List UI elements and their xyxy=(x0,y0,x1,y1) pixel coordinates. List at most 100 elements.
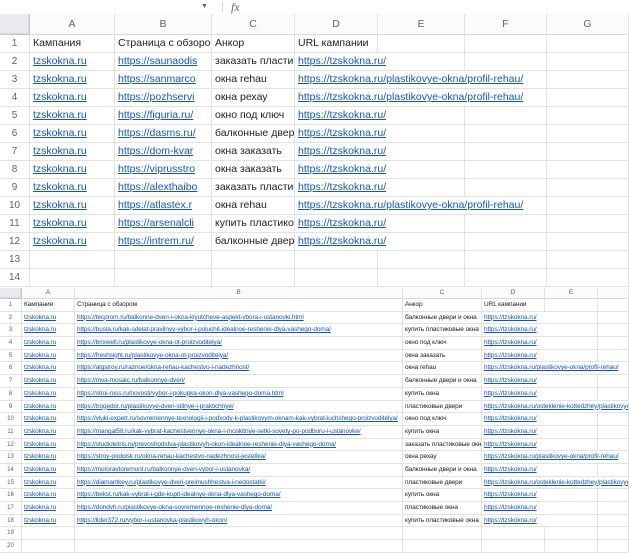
s2-cell-C2[interactable]: балконные двери и окна xyxy=(403,312,482,325)
cell-B10[interactable]: https://atlastex.r xyxy=(115,197,212,215)
s2-cell-C16[interactable]: купить окна xyxy=(403,489,482,502)
s2-column-header-edge[interactable] xyxy=(598,288,629,299)
s2-cell-edge8[interactable] xyxy=(598,388,629,401)
namebox-dropdown-icon[interactable]: ▼ xyxy=(201,2,208,12)
s2-cell-C4[interactable]: окно под ключ xyxy=(403,337,482,350)
cell-C11[interactable]: купить пластиковые окна xyxy=(212,215,295,233)
s2-cell-D13[interactable]: https://tzskokna.ru/plastikovye-okna/pro… xyxy=(482,451,629,464)
cell-A13[interactable] xyxy=(30,251,115,269)
s2-cell-B14[interactable]: https://motoravtoremont.ru/balkonnye-dve… xyxy=(75,464,403,477)
s2-column-header-D[interactable]: D xyxy=(482,288,545,299)
cell-G2[interactable] xyxy=(547,53,629,71)
cell-E13[interactable] xyxy=(378,251,465,269)
s2-cell-A6[interactable]: tzskokna.ru xyxy=(22,362,75,375)
cell-B1[interactable]: Страница с обзором xyxy=(115,35,212,53)
s2-column-header-A[interactable]: A xyxy=(22,288,75,299)
s2-cell-A15[interactable]: tzskokna.ru xyxy=(22,477,75,490)
cell-G5[interactable] xyxy=(547,107,629,125)
s2-cell-B20[interactable] xyxy=(75,540,403,553)
cell-E14[interactable] xyxy=(378,269,465,287)
row-header-1[interactable]: 1 xyxy=(0,35,30,53)
cell-C2[interactable]: заказать пластиковые окна xyxy=(212,53,295,71)
cell-B6[interactable]: https://dasms.ru/ xyxy=(115,125,212,143)
s2-cell-B8[interactable]: https://stroi-russ.ru/novosti/vybor-i-po… xyxy=(75,388,403,401)
cell-D13[interactable] xyxy=(295,251,378,269)
s2-row-header-16[interactable]: 16 xyxy=(0,489,22,502)
s2-cell-D10[interactable]: https://tzskokna.ru/ xyxy=(482,413,598,426)
column-header-D[interactable]: D xyxy=(295,14,378,35)
s2-cell-D11[interactable]: https://tzskokna.ru/ xyxy=(482,426,598,439)
s2-cell-D15[interactable]: https://tzskokna.ru/osteklenie-kottedzhe… xyxy=(482,477,629,490)
cell-B13[interactable] xyxy=(115,251,212,269)
s2-row-header-12[interactable]: 12 xyxy=(0,439,22,452)
cell-C6[interactable]: балконные двери и окна xyxy=(212,125,295,143)
s2-cell-C7[interactable]: балконные двери и окна xyxy=(403,375,482,388)
cell-D1[interactable]: URL кампании xyxy=(295,35,378,53)
cell-G11[interactable] xyxy=(547,215,629,233)
column-header-A[interactable]: A xyxy=(30,14,115,35)
cell-A7[interactable]: tzskokna.ru xyxy=(30,143,115,161)
cell-C10[interactable]: окна rehau xyxy=(212,197,295,215)
s2-cell-A19[interactable] xyxy=(22,527,75,540)
s2-cell-A3[interactable]: tzskokna.ru xyxy=(22,324,75,337)
row-header-14[interactable]: 14 xyxy=(0,269,30,287)
cell-G1[interactable] xyxy=(547,35,629,53)
cell-D2[interactable]: https://tzskokna.ru/ xyxy=(295,53,465,71)
s2-cell-B2[interactable]: https://tecprom.ru/balkonne-dveri-i-okna… xyxy=(75,312,403,325)
s2-cell-C6[interactable]: окна rehau xyxy=(403,362,482,375)
s2-cell-C15[interactable]: пластиковые двери xyxy=(403,477,482,490)
s2-cell-edge7[interactable] xyxy=(598,375,629,388)
cell-A9[interactable]: tzskokna.ru xyxy=(30,179,115,197)
s2-cell-A18[interactable]: tzskokna.ru xyxy=(22,515,75,528)
cell-B7[interactable]: https://dom-kvar xyxy=(115,143,212,161)
s2-cell-B13[interactable]: https://stroy-podolsk.ru/okna-rehau-kach… xyxy=(75,451,403,464)
cell-A10[interactable]: tzskokna.ru xyxy=(30,197,115,215)
s2-row-header-3[interactable]: 3 xyxy=(0,324,22,337)
cell-G14[interactable] xyxy=(547,269,629,287)
s2-row-header-20[interactable]: 20 xyxy=(0,540,22,553)
s2-cell-edge20[interactable] xyxy=(598,540,629,553)
cell-D9[interactable]: https://tzskokna.ru/ xyxy=(295,179,465,197)
s2-row-header-1[interactable]: 1 xyxy=(0,299,22,312)
row-header-4[interactable]: 4 xyxy=(0,89,30,107)
s2-cell-D3[interactable]: https://tzskokna.ru/ xyxy=(482,324,598,337)
s2-cell-edge5[interactable] xyxy=(598,350,629,363)
s2-cell-B6[interactable]: https://algstroy.ru/raznoe/okna-rehau-ka… xyxy=(75,362,403,375)
s2-cell-E20[interactable] xyxy=(545,540,598,553)
s2-cell-D2[interactable]: https://tzskokna.ru/ xyxy=(482,312,598,325)
s2-cell-edge16[interactable] xyxy=(598,489,629,502)
column-header-G[interactable]: G xyxy=(547,14,629,35)
cell-B5[interactable]: https://figuria.ru/ xyxy=(115,107,212,125)
column-header-B[interactable]: B xyxy=(115,14,212,35)
s2-cell-B19[interactable] xyxy=(75,527,403,540)
s2-cell-edge17[interactable] xyxy=(598,502,629,515)
s2-cell-D7[interactable]: https://tzskokna.ru/ xyxy=(482,375,598,388)
column-header-E[interactable]: E xyxy=(378,14,465,35)
s2-cell-C5[interactable]: окна заказать xyxy=(403,350,482,363)
s2-cell-C1[interactable]: Анкор xyxy=(403,299,482,312)
row-header-12[interactable]: 12 xyxy=(0,233,30,251)
cell-F14[interactable] xyxy=(465,269,547,287)
s2-cell-B5[interactable]: https://freshsight.ru/plastikovye-okna-o… xyxy=(75,350,403,363)
cell-C9[interactable]: заказать пластиковые окна xyxy=(212,179,295,197)
s2-select-all-corner[interactable] xyxy=(0,288,22,299)
cell-C4[interactable]: окна рехау xyxy=(212,89,295,107)
s2-cell-A20[interactable] xyxy=(22,540,75,553)
s2-cell-A2[interactable]: tzskokna.ru xyxy=(22,312,75,325)
s2-cell-C20[interactable] xyxy=(403,540,482,553)
s2-row-header-13[interactable]: 13 xyxy=(0,451,22,464)
cell-C14[interactable] xyxy=(212,269,295,287)
cell-B8[interactable]: https://viprusstro xyxy=(115,161,212,179)
s2-cell-A13[interactable]: tzskokna.ru xyxy=(22,451,75,464)
cell-C5[interactable]: окно под ключ xyxy=(212,107,295,125)
s2-cell-edge19[interactable] xyxy=(598,527,629,540)
cell-A11[interactable]: tzskokna.ru xyxy=(30,215,115,233)
cell-F11[interactable] xyxy=(465,215,547,233)
s2-cell-B17[interactable]: https://dondvh.ru/plastikovye-okna-sovre… xyxy=(75,502,403,515)
s2-row-header-15[interactable]: 15 xyxy=(0,477,22,490)
cell-A2[interactable]: tzskokna.ru xyxy=(30,53,115,71)
cell-D11[interactable]: https://tzskokna.ru/ xyxy=(295,215,465,233)
s2-cell-C13[interactable]: окна рехау xyxy=(403,451,482,464)
cell-B3[interactable]: https://sanmarco xyxy=(115,71,212,89)
cell-D12[interactable]: https://tzskokna.ru/ xyxy=(295,233,465,251)
